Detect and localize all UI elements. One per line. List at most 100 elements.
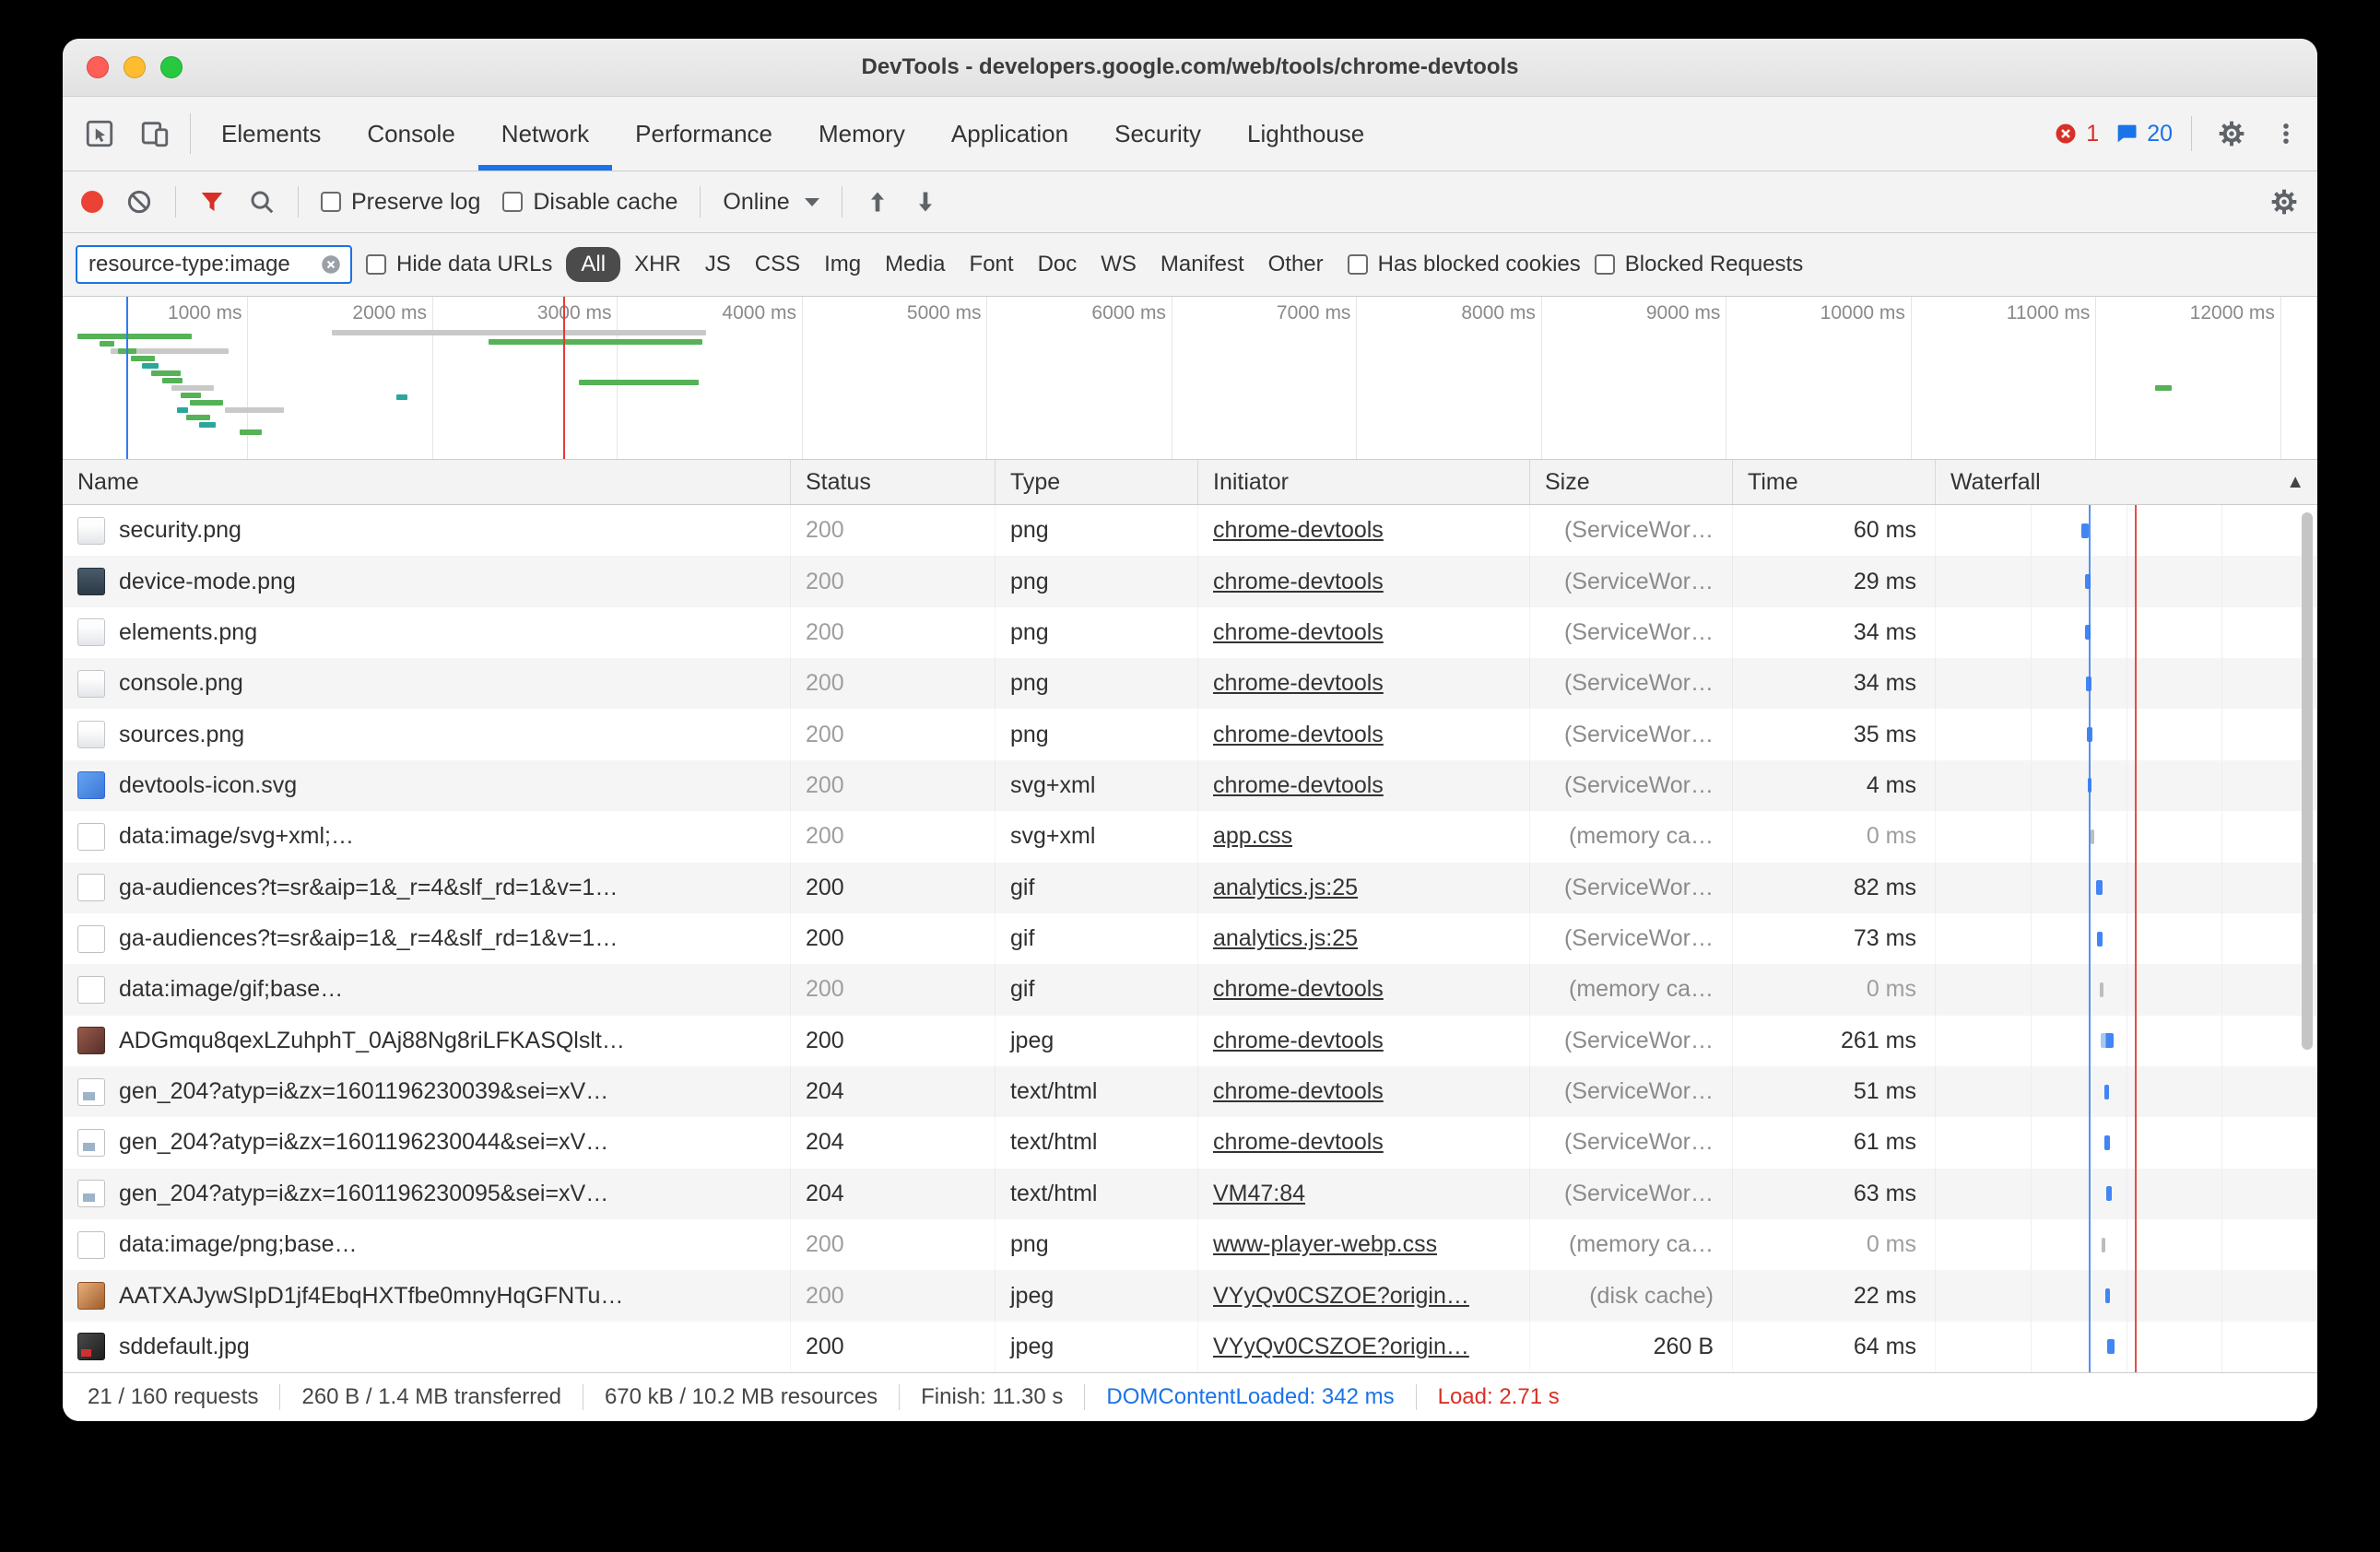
summary-domcontentloaded: DOMContentLoaded: 342 ms bbox=[1085, 1384, 1416, 1410]
clear-network-log-button[interactable] bbox=[125, 188, 153, 216]
filter-toggle-button[interactable] bbox=[198, 188, 226, 216]
preserve-log-checkbox[interactable]: Preserve log bbox=[321, 189, 480, 216]
initiator-link[interactable]: chrome-devtools bbox=[1213, 976, 1384, 1003]
inspect-element-button[interactable] bbox=[72, 97, 127, 170]
blocked-requests-checkbox[interactable]: Blocked Requests bbox=[1595, 252, 1803, 277]
filter-pill-other[interactable]: Other bbox=[1258, 246, 1334, 283]
request-row[interactable]: sddefault.jpg200jpegVYyQv0CSZOE?origin…2… bbox=[63, 1322, 2317, 1372]
column-header-size[interactable]: Size bbox=[1530, 460, 1733, 504]
network-overview-timeline[interactable]: 1000 ms2000 ms3000 ms4000 ms5000 ms6000 … bbox=[63, 297, 2317, 460]
filter-pill-xhr[interactable]: XHR bbox=[624, 246, 691, 283]
summary-load: Load: 2.71 s bbox=[1417, 1384, 1581, 1410]
hide-data-urls-checkbox[interactable]: Hide data URLs bbox=[366, 252, 552, 277]
initiator-link[interactable]: VYyQv0CSZOE?origin… bbox=[1213, 1283, 1469, 1310]
tab-memory[interactable]: Memory bbox=[795, 97, 928, 170]
issues-badge[interactable]: 20 bbox=[2114, 121, 2173, 147]
request-row[interactable]: AATXAJywSIpD1jf4EbqHXTfbe0mnyHqGFNTu…200… bbox=[63, 1270, 2317, 1321]
request-name-cell: AATXAJywSIpD1jf4EbqHXTfbe0mnyHqGFNTu… bbox=[63, 1270, 791, 1321]
tab-network[interactable]: Network bbox=[478, 97, 612, 170]
request-row[interactable]: data:image/png;base…200pngwww-player-web… bbox=[63, 1219, 2317, 1270]
disable-cache-checkbox[interactable]: Disable cache bbox=[502, 189, 677, 216]
initiator-link[interactable]: chrome-devtools bbox=[1213, 1078, 1384, 1105]
request-row[interactable]: device-mode.png200pngchrome-devtools(Ser… bbox=[63, 556, 2317, 606]
error-circle-x-icon bbox=[2053, 121, 2079, 147]
search-button[interactable] bbox=[248, 188, 276, 216]
record-network-log-button[interactable] bbox=[81, 191, 103, 213]
settings-button[interactable] bbox=[2210, 119, 2253, 148]
initiator-link[interactable]: analytics.js:25 bbox=[1213, 925, 1358, 952]
import-har-button[interactable] bbox=[865, 189, 890, 215]
request-row[interactable]: data:image/gif;base…200gifchrome-devtool… bbox=[63, 964, 2317, 1015]
initiator-link[interactable]: chrome-devtools bbox=[1213, 722, 1384, 748]
tab-application[interactable]: Application bbox=[928, 97, 1091, 170]
column-header-waterfall[interactable]: Waterfall▲ bbox=[1936, 460, 2317, 504]
request-row[interactable]: gen_204?atyp=i&zx=1601196230044&sei=xV…2… bbox=[63, 1117, 2317, 1168]
request-row[interactable]: console.png200pngchrome-devtools(Service… bbox=[63, 658, 2317, 709]
zoom-button[interactable] bbox=[160, 56, 183, 78]
filter-pill-ws[interactable]: WS bbox=[1090, 246, 1147, 283]
initiator-link[interactable]: VYyQv0CSZOE?origin… bbox=[1213, 1334, 1469, 1360]
filter-pill-all[interactable]: All bbox=[566, 247, 620, 282]
close-button[interactable] bbox=[87, 56, 109, 78]
initiator-link[interactable]: chrome-devtools bbox=[1213, 670, 1384, 697]
filter-pill-css[interactable]: CSS bbox=[745, 246, 810, 283]
initiator-link[interactable]: chrome-devtools bbox=[1213, 772, 1384, 799]
request-row[interactable]: gen_204?atyp=i&zx=1601196230095&sei=xV…2… bbox=[63, 1169, 2317, 1219]
initiator-link[interactable]: chrome-devtools bbox=[1213, 1129, 1384, 1156]
column-header-status[interactable]: Status bbox=[791, 460, 996, 504]
checkbox-box bbox=[502, 192, 523, 212]
initiator-link[interactable]: VM47:84 bbox=[1213, 1181, 1305, 1207]
throttling-dropdown[interactable]: Online bbox=[723, 189, 819, 216]
tab-lighthouse[interactable]: Lighthouse bbox=[1224, 97, 1387, 170]
initiator-link[interactable]: app.css bbox=[1213, 823, 1292, 850]
filter-pill-manifest[interactable]: Manifest bbox=[1150, 246, 1255, 283]
filter-input[interactable] bbox=[88, 252, 319, 277]
initiator-link[interactable]: chrome-devtools bbox=[1213, 517, 1384, 544]
column-header-type[interactable]: Type bbox=[996, 460, 1198, 504]
initiator-link[interactable]: www-player-webp.css bbox=[1213, 1231, 1437, 1258]
request-row[interactable]: data:image/svg+xml;…200svg+xmlapp.css(me… bbox=[63, 811, 2317, 862]
tab-elements[interactable]: Elements bbox=[198, 97, 344, 170]
has-blocked-cookies-checkbox[interactable]: Has blocked cookies bbox=[1348, 252, 1581, 277]
request-status-cell: 200 bbox=[791, 1322, 996, 1372]
tab-security[interactable]: Security bbox=[1091, 97, 1224, 170]
device-toolbar-button[interactable] bbox=[127, 97, 183, 170]
clear-filter-icon[interactable] bbox=[319, 253, 343, 276]
request-name: sddefault.jpg bbox=[119, 1334, 250, 1360]
filter-pill-doc[interactable]: Doc bbox=[1028, 246, 1088, 283]
filter-pill-font[interactable]: Font bbox=[960, 246, 1024, 283]
column-header-time[interactable]: Time bbox=[1733, 460, 1936, 504]
filter-pill-js[interactable]: JS bbox=[695, 246, 741, 283]
request-time-cell: 35 ms bbox=[1733, 709, 1936, 759]
request-row[interactable]: elements.png200pngchrome-devtools(Servic… bbox=[63, 607, 2317, 658]
request-row[interactable]: ADGmqu8qexLZuhphT_0Aj88Ng8riLFKASQlslt…2… bbox=[63, 1016, 2317, 1066]
filter-pill-media[interactable]: Media bbox=[875, 246, 955, 283]
column-header-name[interactable]: Name bbox=[63, 460, 791, 504]
vertical-scrollbar-thumb[interactable] bbox=[2302, 512, 2313, 1050]
divider bbox=[298, 186, 299, 218]
initiator-link[interactable]: analytics.js:25 bbox=[1213, 875, 1358, 901]
request-row[interactable]: ga-audiences?t=sr&aip=1&_r=4&slf_rd=1&v=… bbox=[63, 913, 2317, 964]
sort-direction-icon[interactable]: ▲ bbox=[2286, 472, 2317, 493]
filter-input-wrapper bbox=[76, 245, 352, 284]
request-row[interactable]: gen_204?atyp=i&zx=1601196230039&sei=xV…2… bbox=[63, 1066, 2317, 1117]
filter-pill-img[interactable]: Img bbox=[814, 246, 871, 283]
console-errors-badge[interactable]: 1 bbox=[2053, 121, 2099, 147]
request-name: ADGmqu8qexLZuhphT_0Aj88Ng8riLFKASQlslt… bbox=[119, 1028, 625, 1054]
network-settings-button[interactable] bbox=[2269, 187, 2299, 217]
request-row[interactable]: security.png200pngchrome-devtools(Servic… bbox=[63, 505, 2317, 556]
request-row[interactable]: sources.png200pngchrome-devtools(Service… bbox=[63, 709, 2317, 759]
more-options-button[interactable] bbox=[2268, 121, 2304, 147]
divider bbox=[700, 186, 701, 218]
initiator-link[interactable]: chrome-devtools bbox=[1213, 619, 1384, 646]
tab-performance[interactable]: Performance bbox=[612, 97, 795, 170]
initiator-link[interactable]: chrome-devtools bbox=[1213, 1028, 1384, 1054]
resource-type-pills: AllXHRJSCSSImgMediaFontDocWSManifestOthe… bbox=[566, 246, 1333, 283]
request-row[interactable]: devtools-icon.svg200svg+xmlchrome-devtoo… bbox=[63, 760, 2317, 811]
request-row[interactable]: ga-audiences?t=sr&aip=1&_r=4&slf_rd=1&v=… bbox=[63, 863, 2317, 913]
initiator-link[interactable]: chrome-devtools bbox=[1213, 569, 1384, 595]
column-header-initiator[interactable]: Initiator bbox=[1198, 460, 1530, 504]
export-har-button[interactable] bbox=[913, 189, 938, 215]
tab-console[interactable]: Console bbox=[344, 97, 477, 170]
minimize-button[interactable] bbox=[124, 56, 146, 78]
